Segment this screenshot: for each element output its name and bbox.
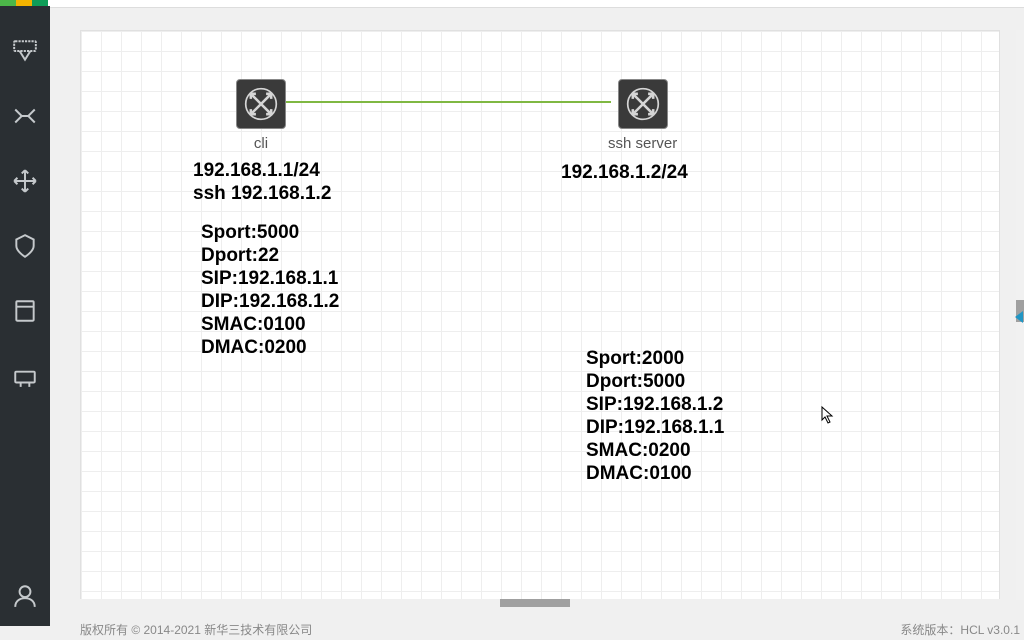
right-dmac: DMAC:0100 bbox=[586, 462, 724, 485]
left-sidebar bbox=[0, 6, 50, 626]
side-panel-toggle[interactable] bbox=[1014, 310, 1024, 324]
left-dip: DIP:192.168.1.2 bbox=[201, 290, 339, 313]
horizontal-scrollbar[interactable] bbox=[80, 599, 1000, 607]
top-toolbar bbox=[0, 0, 1024, 8]
server-icon[interactable] bbox=[10, 296, 40, 326]
user-icon[interactable] bbox=[10, 581, 40, 611]
server-ip: 192.168.1.2/24 bbox=[561, 161, 688, 184]
diy-icon[interactable] bbox=[10, 36, 40, 66]
cli-cmd: ssh 192.168.1.2 bbox=[193, 182, 331, 205]
right-sport: Sport:2000 bbox=[586, 347, 724, 370]
server-ip-text: 192.168.1.2/24 bbox=[561, 161, 688, 184]
horizontal-scrollbar-thumb[interactable] bbox=[500, 599, 570, 607]
network-icon[interactable] bbox=[10, 361, 40, 391]
right-sip: SIP:192.168.1.2 bbox=[586, 393, 724, 416]
cli-ip-text: 192.168.1.1/24 ssh 192.168.1.2 bbox=[193, 159, 331, 205]
left-packet-block: Sport:5000 Dport:22 SIP:192.168.1.1 DIP:… bbox=[201, 221, 339, 359]
left-smac: SMAC:0100 bbox=[201, 313, 339, 336]
right-dport: Dport:5000 bbox=[586, 370, 724, 393]
left-sip: SIP:192.168.1.1 bbox=[201, 267, 339, 290]
cli-ip: 192.168.1.1/24 bbox=[193, 159, 331, 182]
router-icon bbox=[618, 79, 668, 129]
right-smac: SMAC:0200 bbox=[586, 439, 724, 462]
node-cli[interactable]: cli bbox=[236, 79, 286, 152]
left-dmac: DMAC:0200 bbox=[201, 336, 339, 359]
topology-canvas[interactable]: cli ssh server 192.168.1.1/24 ssh 192.16… bbox=[80, 30, 1000, 600]
version-text: 系统版本：HCL v3.0.1 bbox=[900, 621, 1020, 638]
right-dip: DIP:192.168.1.1 bbox=[586, 416, 724, 439]
node-server[interactable]: ssh server bbox=[608, 79, 677, 152]
footer-bar: 版权所有 © 2014-2021 新华三技术有限公司 系统版本：HCL v3.0… bbox=[80, 620, 1020, 640]
router-icon bbox=[236, 79, 286, 129]
move-icon[interactable] bbox=[10, 166, 40, 196]
node-server-label: ssh server bbox=[608, 135, 677, 152]
copyright-text: 版权所有 © 2014-2021 新华三技术有限公司 bbox=[80, 621, 312, 638]
link-cli-server[interactable] bbox=[286, 101, 611, 103]
node-cli-label: cli bbox=[254, 135, 268, 152]
mouse-cursor bbox=[821, 406, 835, 424]
left-dport: Dport:22 bbox=[201, 244, 339, 267]
left-sport: Sport:5000 bbox=[201, 221, 339, 244]
swap-icon[interactable] bbox=[10, 101, 40, 131]
right-packet-block: Sport:2000 Dport:5000 SIP:192.168.1.2 DI… bbox=[586, 347, 724, 485]
shield-icon[interactable] bbox=[10, 231, 40, 261]
